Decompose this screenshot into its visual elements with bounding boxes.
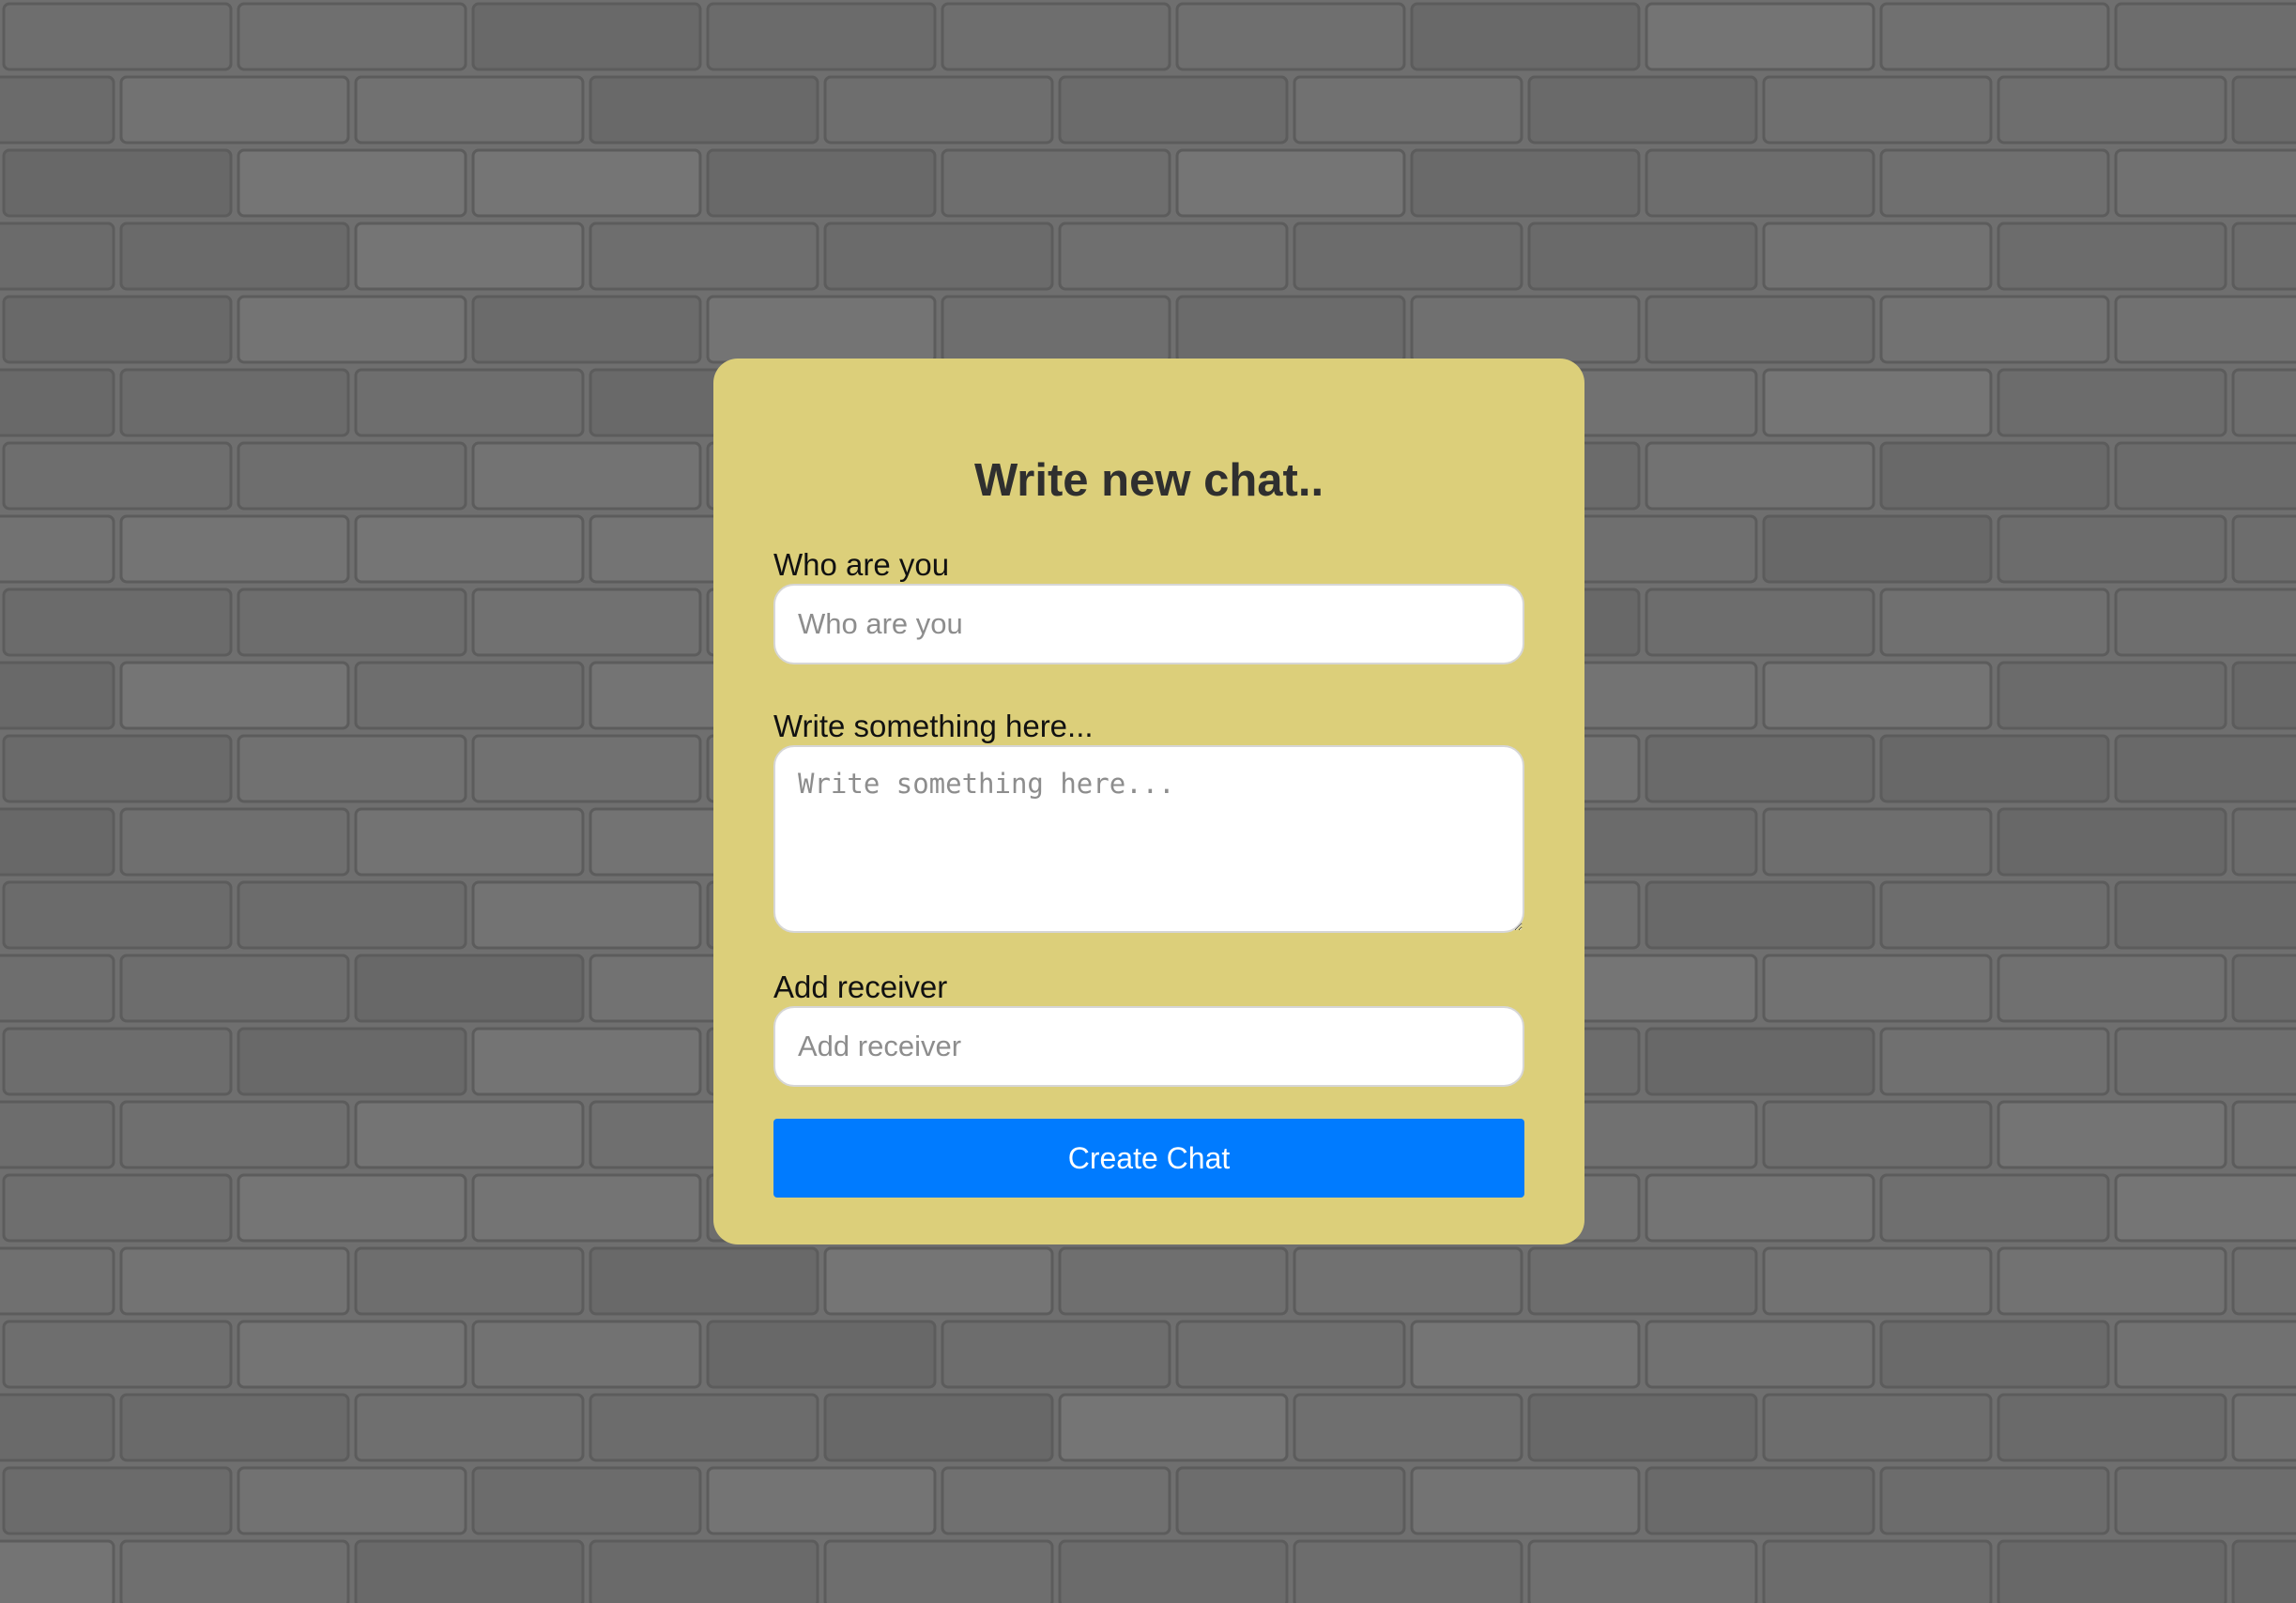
new-chat-card: Write new chat.. Who are you Write somet…	[713, 359, 1584, 1244]
receiver-label: Add receiver	[773, 969, 948, 1004]
receiver-input[interactable]	[773, 1006, 1524, 1087]
message-label: Write something here...	[773, 709, 1094, 743]
message-textarea[interactable]	[773, 745, 1524, 933]
create-chat-button[interactable]: Create Chat	[773, 1119, 1524, 1198]
page-title: Write new chat..	[973, 455, 1324, 506]
sender-label: Who are you	[773, 547, 950, 582]
sender-input[interactable]	[773, 584, 1524, 664]
